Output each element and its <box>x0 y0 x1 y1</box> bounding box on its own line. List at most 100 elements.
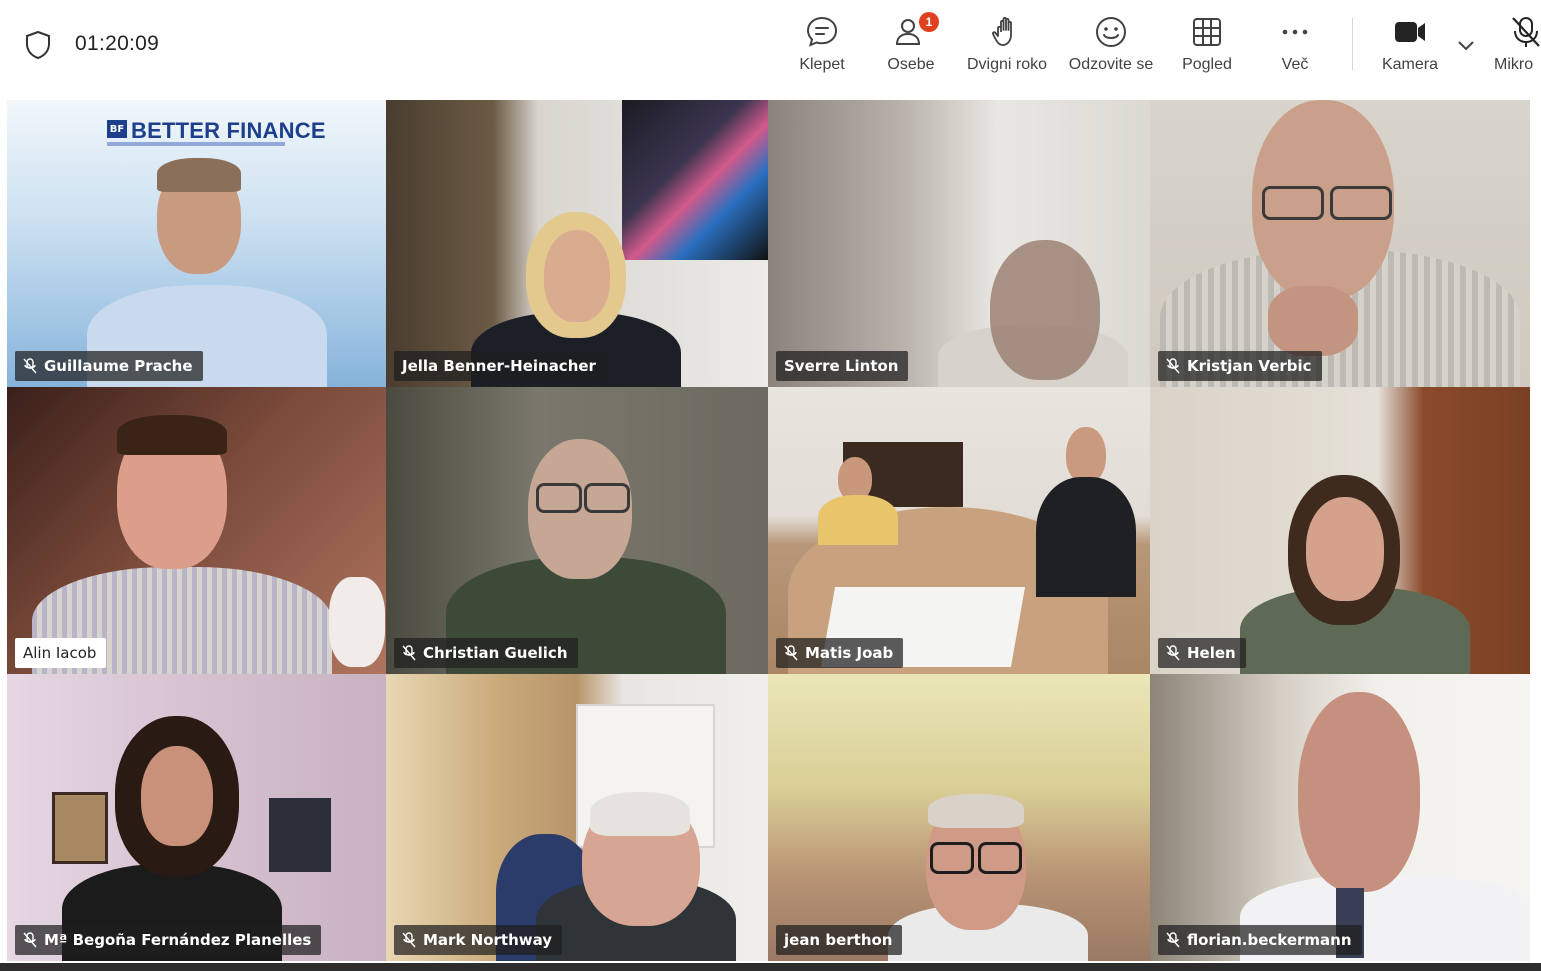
participant-name: florian.beckermann <box>1187 931 1352 949</box>
participant-name: Mª Begoña Fernández Planelles <box>44 931 312 949</box>
mic-off-icon <box>23 358 37 374</box>
participant-name: Jella Benner-Heinacher <box>402 357 596 375</box>
react-label: Odzovite se <box>1068 56 1154 73</box>
person-head <box>1066 427 1106 483</box>
people-label: Osebe <box>887 56 935 73</box>
participant-name: Guillaume Prache <box>44 357 193 375</box>
person-silhouette <box>1036 477 1136 597</box>
participant-tile-mark-northway[interactable]: Mark Northway <box>386 674 768 961</box>
participant-tile-alin-iacob[interactable]: Alin Iacob <box>7 387 386 674</box>
person-head <box>544 230 610 322</box>
participant-tile-helen[interactable]: Helen <box>1150 387 1530 674</box>
camera-button[interactable]: Kamera <box>1379 10 1441 84</box>
glasses <box>584 483 630 513</box>
person-head <box>1298 692 1420 892</box>
more-label: Več <box>1281 56 1309 73</box>
camera-label: Kamera <box>1381 56 1439 73</box>
person-head <box>141 746 213 846</box>
mic-off-icon <box>402 645 416 661</box>
participant-tile-jean-berthon[interactable]: jean berthon <box>768 674 1150 961</box>
participant-name: Matis Joab <box>805 644 894 662</box>
participant-nametag: Helen <box>1158 638 1246 668</box>
participant-nametag: Guillaume Prache <box>15 351 203 381</box>
participant-tile-florian-beckermann[interactable]: florian.beckermann <box>1150 674 1530 961</box>
mic-off-icon <box>1166 645 1180 661</box>
react-button[interactable]: Odzovite se <box>1064 10 1158 84</box>
participant-tile-sverre-linton[interactable]: Sverre Linton <box>768 100 1150 387</box>
participant-name: Christian Guelich <box>423 644 568 662</box>
person-hand <box>1268 286 1358 356</box>
raise-hand-button[interactable]: Dvigni roko <box>961 10 1053 84</box>
meeting-timer: 01:20:09 <box>75 32 160 55</box>
participant-tile-kristjan-verbic[interactable]: Kristjan Verbic <box>1150 100 1530 387</box>
video-grid: BF BETTER FINANCE Guillaume Prache Jella… <box>7 100 1530 961</box>
person-hair <box>117 415 227 455</box>
person-hair <box>590 792 690 836</box>
glasses <box>930 842 974 874</box>
mic-label: Mikro <box>1494 56 1534 73</box>
people-button[interactable]: 1 Osebe <box>885 10 939 84</box>
participant-nametag: Mark Northway <box>394 925 563 955</box>
mic-off-icon <box>784 645 798 661</box>
mic-off-icon <box>1166 932 1180 948</box>
participant-name: Sverre Linton <box>784 357 899 375</box>
participant-nametag: Jella Benner-Heinacher <box>394 351 606 381</box>
toolbar-divider <box>1352 18 1353 70</box>
person-hand <box>329 577 385 667</box>
participant-nametag: Kristjan Verbic <box>1158 351 1322 381</box>
logo-tagline <box>107 142 285 146</box>
raise-hand-label: Dvigni roko <box>966 56 1048 73</box>
glasses <box>1330 186 1392 220</box>
wall-painting <box>622 100 768 260</box>
mic-off-icon <box>402 932 416 948</box>
mic-button[interactable]: Mikro <box>1494 10 1541 84</box>
person-head <box>990 240 1100 380</box>
chat-button[interactable]: Klepet <box>797 10 847 84</box>
reaction-icon <box>1096 17 1126 47</box>
meeting-toolbar: 01:20:09 Klepet 1 Osebe Dvigni roko Odzo… <box>0 0 1541 92</box>
bottom-edge <box>0 963 1541 971</box>
glasses <box>1262 186 1324 220</box>
view-label: Pogled <box>1182 56 1232 73</box>
participant-nametag: Alin Iacob <box>15 638 107 668</box>
camera-icon <box>1395 22 1425 42</box>
view-button[interactable]: Pogled <box>1178 10 1236 84</box>
person-head <box>1306 497 1384 601</box>
participant-nametag: Christian Guelich <box>394 638 578 668</box>
mic-off-icon <box>23 932 37 948</box>
person-hair <box>928 794 1024 828</box>
chevron-down-icon[interactable] <box>1456 38 1476 54</box>
better-finance-logo: BF <box>107 120 127 138</box>
raise-hand-icon <box>992 16 1012 46</box>
grid-view-icon <box>1193 18 1221 46</box>
participant-name: Kristjan Verbic <box>1187 357 1312 375</box>
participant-tile-christian-guelich[interactable]: Christian Guelich <box>386 387 768 674</box>
participant-tile-matis-joab[interactable]: Matis Joab <box>768 387 1150 674</box>
person-hair <box>157 158 241 192</box>
chat-icon <box>806 16 838 47</box>
mic-off-icon <box>1512 17 1540 47</box>
participant-nametag: florian.beckermann <box>1158 925 1362 955</box>
participant-nametag: Matis Joab <box>776 638 904 668</box>
chat-label: Klepet <box>799 56 845 73</box>
participant-name: jean berthon <box>784 931 893 949</box>
participant-nametag: Mª Begoña Fernández Planelles <box>15 925 322 955</box>
participant-nametag: Sverre Linton <box>776 351 909 381</box>
glasses <box>978 842 1022 874</box>
participant-tile-guillaume-prache[interactable]: BF BETTER FINANCE Guillaume Prache <box>7 100 386 387</box>
glasses <box>536 483 582 513</box>
more-button[interactable]: Več <box>1275 10 1315 84</box>
participant-name: Helen <box>1187 644 1236 662</box>
people-badge: 1 <box>919 12 939 32</box>
shield-icon <box>26 30 50 60</box>
logo-text: BETTER FINANCE <box>131 118 326 143</box>
participant-nametag: jean berthon <box>776 925 903 955</box>
participant-name: Mark Northway <box>423 931 553 949</box>
mic-off-icon <box>1166 358 1180 374</box>
more-icon <box>1282 29 1308 35</box>
photo-frame <box>269 798 331 872</box>
participant-tile-begona-fernandez-planelles[interactable]: Mª Begoña Fernández Planelles <box>7 674 386 961</box>
participant-tile-jella-benner-heinacher[interactable]: Jella Benner-Heinacher <box>386 100 768 387</box>
participant-name: Alin Iacob <box>23 644 97 662</box>
person-silhouette <box>818 495 898 545</box>
